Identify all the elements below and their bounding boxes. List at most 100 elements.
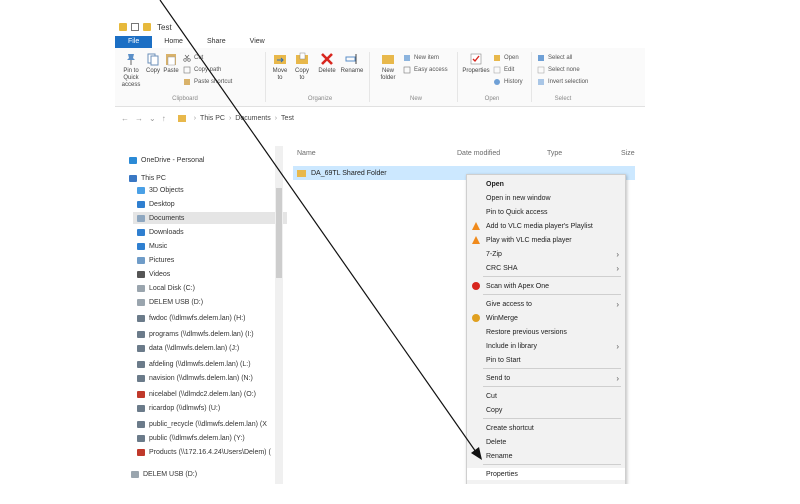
context-menu-item[interactable]: Open bbox=[467, 178, 625, 190]
select-none-button[interactable]: Select none bbox=[537, 66, 580, 74]
nav-item-label: afdeling (\\dlmwfs.delem.lan) (L:) bbox=[149, 360, 251, 368]
nav-item[interactable]: Music bbox=[133, 240, 167, 252]
nav-item[interactable]: fwdoc (\\dlmwfs.delem.lan) (H:) bbox=[133, 312, 245, 324]
forward-arrow-icon[interactable]: → bbox=[135, 114, 143, 123]
context-menu-item[interactable]: Give access to › bbox=[467, 298, 625, 310]
properties-check-icon bbox=[470, 53, 482, 65]
context-menu-item[interactable]: Pin to Start bbox=[467, 354, 625, 366]
context-menu-item[interactable]: Create shortcut bbox=[467, 422, 625, 434]
context-menu-item-label: Play with VLC media player bbox=[486, 236, 572, 244]
column-header-type[interactable]: Type bbox=[547, 150, 562, 157]
move-to-label: Move to bbox=[272, 68, 288, 81]
nav-item[interactable]: DELEM USB (D:) bbox=[127, 468, 197, 480]
new-folder-icon[interactable] bbox=[143, 23, 151, 31]
nav-item[interactable]: data (\\dlmwfs.delem.lan) (J:) bbox=[133, 342, 239, 354]
rename-button[interactable]: Rename bbox=[341, 52, 363, 75]
easy-access-label: Easy access bbox=[414, 67, 448, 73]
context-menu-item[interactable]: Open in new window bbox=[467, 192, 625, 204]
context-menu-item[interactable]: Delete bbox=[467, 436, 625, 448]
select-all-button[interactable]: Select all bbox=[537, 54, 572, 62]
nav-item[interactable]: Videos bbox=[133, 268, 170, 280]
invert-selection-button[interactable]: Invert selection bbox=[537, 78, 588, 86]
nav-item[interactable]: public_recycle (\\dlmwfs.delem.lan) (X bbox=[133, 418, 267, 430]
nav-item[interactable]: ricardop (\\dlmwfs) (U:) bbox=[133, 402, 220, 414]
context-menu-item[interactable]: 7-Zip › bbox=[467, 248, 625, 260]
nav-item-icon bbox=[129, 156, 137, 164]
nav-scrollbar-thumb[interactable] bbox=[276, 188, 282, 278]
breadcrumb-documents[interactable]: Documents bbox=[235, 115, 270, 122]
breadcrumb-this-pc[interactable]: This PC bbox=[200, 115, 225, 122]
nav-item[interactable]: DELEM USB (D:) bbox=[133, 296, 203, 308]
context-menu-item[interactable]: CRC SHA › bbox=[467, 262, 625, 274]
cut-button[interactable]: Cut bbox=[183, 54, 203, 62]
context-menu: Open Open in new window Pin to Quick acces… bbox=[466, 174, 626, 484]
context-menu-item-label: Rename bbox=[486, 452, 513, 460]
easy-access-button[interactable]: Easy access bbox=[403, 66, 448, 74]
edit-label: Edit bbox=[504, 67, 515, 73]
nav-item[interactable]: 3D Objects bbox=[133, 184, 184, 196]
new-item-button[interactable]: New item bbox=[403, 54, 439, 62]
edit-icon bbox=[493, 66, 501, 74]
context-menu-item[interactable]: Add to VLC media player's Playlist bbox=[467, 220, 625, 232]
context-menu-item[interactable]: Include in library › bbox=[467, 340, 625, 352]
nav-item[interactable]: Products (\\172.16.4.24\Users\Delem) ( bbox=[133, 446, 271, 458]
nav-item[interactable]: programs (\\dlmwfs.delem.lan) (I:) bbox=[133, 328, 254, 340]
context-menu-item[interactable]: Rename bbox=[467, 450, 625, 462]
new-folder-button[interactable]: New folder bbox=[377, 52, 399, 82]
edit-button[interactable]: Edit bbox=[493, 66, 514, 74]
tab-home[interactable]: Home bbox=[152, 36, 195, 48]
context-menu-item[interactable]: WinMerge bbox=[467, 312, 625, 324]
nav-item[interactable]: Pictures bbox=[133, 254, 174, 266]
context-menu-item[interactable]: Play with VLC media player bbox=[467, 234, 625, 246]
copy-button[interactable]: Copy bbox=[145, 52, 161, 75]
nav-item[interactable]: This PC bbox=[125, 172, 166, 184]
column-header-name[interactable]: Name bbox=[297, 150, 316, 157]
copy-to-button[interactable]: Copy to bbox=[293, 52, 311, 82]
context-menu-item[interactable]: Restore previous versions bbox=[467, 326, 625, 338]
nav-item-icon bbox=[137, 256, 145, 264]
group-label-new: New bbox=[409, 96, 422, 102]
context-menu-item-label: 7-Zip bbox=[486, 250, 502, 258]
recent-chevron-down-icon[interactable]: ⌄ bbox=[149, 114, 156, 123]
properties-button[interactable]: Properties bbox=[461, 52, 491, 75]
nav-item-icon bbox=[137, 200, 145, 208]
copy-path-button[interactable]: Copy path bbox=[183, 66, 221, 74]
open-button[interactable]: Open bbox=[493, 54, 519, 62]
column-header-date-modified[interactable]: Date modified bbox=[457, 150, 500, 157]
nav-item[interactable]: afdeling (\\dlmwfs.delem.lan) (L:) bbox=[133, 358, 251, 370]
tab-view[interactable]: View bbox=[238, 36, 277, 48]
nav-item[interactable]: Desktop bbox=[133, 198, 175, 210]
breadcrumb[interactable]: › This PC › Documents › Test bbox=[177, 114, 294, 122]
nav-item[interactable]: navision (\\dlmwfs.delem.lan) (N:) bbox=[133, 372, 253, 384]
context-menu-item[interactable]: Cut bbox=[467, 390, 625, 402]
tab-file[interactable]: File bbox=[115, 36, 153, 48]
context-menu-item[interactable]: Scan with Apex One bbox=[467, 280, 625, 292]
history-button[interactable]: History bbox=[493, 78, 523, 86]
nav-item-icon bbox=[137, 404, 145, 412]
nav-item[interactable]: public (\\dlmwfs.delem.lan) (Y:) bbox=[133, 432, 245, 444]
nav-item[interactable]: OneDrive - Personal bbox=[125, 154, 204, 166]
context-menu-item[interactable]: Copy bbox=[467, 404, 625, 416]
select-all-label: Select all bbox=[548, 55, 573, 61]
up-arrow-icon[interactable]: ↑ bbox=[162, 114, 166, 123]
context-menu-item[interactable]: Pin to Quick access bbox=[467, 206, 625, 218]
move-to-button[interactable]: Move to bbox=[271, 52, 289, 82]
nav-item[interactable]: Documents bbox=[133, 212, 287, 224]
delete-button[interactable]: Delete bbox=[317, 52, 337, 75]
breadcrumb-test[interactable]: Test bbox=[281, 115, 294, 122]
context-menu-item-label: Pin to Start bbox=[486, 356, 521, 364]
context-menu-item[interactable]: Send to › bbox=[467, 372, 625, 384]
tab-share[interactable]: Share bbox=[195, 36, 238, 48]
nav-item[interactable]: Local Disk (C:) bbox=[133, 282, 195, 294]
pin-to-quick-access-button[interactable]: Pin to Quick access bbox=[119, 52, 143, 89]
invert-selection-icon bbox=[538, 79, 544, 85]
column-header-size[interactable]: Size bbox=[621, 150, 635, 157]
menu-separator bbox=[483, 386, 621, 387]
nav-item[interactable]: Downloads bbox=[133, 226, 184, 238]
back-arrow-icon[interactable]: ← bbox=[121, 114, 129, 123]
paste-button[interactable]: Paste bbox=[163, 52, 179, 75]
checkbox-icon[interactable] bbox=[131, 23, 139, 31]
nav-item[interactable]: nicelabel (\\dlmdc2.delem.lan) (O:) bbox=[133, 388, 256, 400]
paste-shortcut-button[interactable]: Paste shortcut bbox=[183, 78, 232, 86]
context-menu-item[interactable]: Properties bbox=[467, 468, 625, 480]
